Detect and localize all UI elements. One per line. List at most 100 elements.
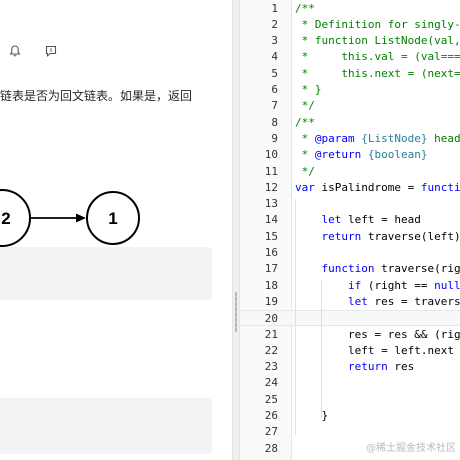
code-token: if [347, 278, 362, 292]
list-node-label: 2 [1, 209, 10, 228]
line-code[interactable]: * } [295, 82, 322, 98]
code-token: null [434, 278, 460, 292]
comment-icon[interactable] [44, 44, 58, 58]
code-line[interactable]: 6 * } [240, 82, 460, 98]
line-number: 19 [264, 294, 278, 308]
line-number: 10 [264, 148, 278, 162]
code-token: /** [295, 115, 315, 129]
line-code[interactable]: * Definition for singly-l [295, 17, 460, 33]
code-line[interactable]: 12 var isPalindrome = functio [240, 180, 460, 196]
code-token: } [295, 409, 329, 422]
code-line[interactable]: 17 function traverse(righ [240, 261, 460, 277]
line-code[interactable]: * @param {ListNode} head [295, 131, 460, 147]
line-number: 26 [264, 409, 278, 422]
line-number: 27 [264, 425, 278, 439]
line-number: 17 [264, 262, 278, 276]
line-number: 28 [264, 441, 278, 455]
line-number: 22 [264, 343, 278, 357]
line-number: 21 [264, 327, 278, 341]
code-token: left = head [341, 213, 421, 227]
code-token: var [295, 180, 315, 194]
line-code[interactable]: * function ListNode(val, [295, 33, 460, 49]
line-code[interactable]: left = left.next [295, 343, 454, 359]
line-number: 25 [264, 392, 278, 406]
problem-description: 链表是否为回文链表。如果是，返回 [0, 89, 193, 103]
line-code[interactable]: /** [295, 1, 315, 17]
code-token: {boolean} [367, 148, 428, 162]
indent-guide [321, 280, 322, 418]
line-number: 20 [264, 312, 278, 326]
code-line[interactable]: 8 /** [240, 115, 460, 131]
code-line[interactable]: 21 res = res && (righ [240, 327, 460, 343]
code-line[interactable]: 23 return res [240, 359, 460, 375]
line-code[interactable]: let left = head [295, 212, 421, 228]
code-line[interactable]: 25 [240, 392, 460, 408]
line-code[interactable]: } [295, 408, 328, 424]
line-code[interactable]: res = res && (righ [295, 327, 460, 343]
code-token: * Definition for singly-l [295, 17, 460, 31]
code-line[interactable]: 5 * this.next = (next== [240, 66, 460, 82]
code-line[interactable]: 7 */ [240, 98, 460, 114]
code-token: * this.next = (next== [295, 66, 460, 80]
line-number: 16 [264, 246, 278, 259]
line-code[interactable]: * this.next = (next== [295, 66, 460, 82]
line-code[interactable]: function traverse(righ [295, 261, 460, 277]
code-token: let [321, 213, 342, 227]
line-code[interactable]: let res = traverse [295, 294, 460, 310]
line-number: 24 [264, 376, 278, 390]
panel-splitter[interactable] [232, 0, 240, 460]
line-code[interactable]: var isPalindrome = functio [295, 180, 460, 196]
code-line[interactable]: 3 * function ListNode(val, [240, 33, 460, 49]
code-token: */ [295, 99, 315, 113]
code-line[interactable]: 2 * Definition for singly-l [240, 17, 460, 33]
line-number: 13 [264, 197, 278, 211]
line-number: 6 [271, 83, 278, 96]
linked-list-diagram: 2 1 [0, 189, 140, 247]
code-token: * } [295, 83, 322, 96]
code-token: */ [295, 164, 315, 178]
code-line[interactable]: 18 if (right == null) [240, 278, 460, 294]
code-line[interactable]: 13 [240, 196, 460, 212]
line-number: 18 [264, 278, 278, 292]
example-block [0, 398, 212, 454]
code-token: traverse(righ [374, 262, 460, 276]
line-code[interactable]: return traverse(left) [295, 229, 460, 245]
code-token: res [387, 360, 415, 374]
code-line[interactable]: 20 [240, 310, 460, 327]
code-token: * function ListNode(val, [295, 34, 460, 48]
line-code[interactable]: * @return {boolean} [295, 147, 428, 163]
line-code[interactable]: */ [295, 164, 315, 180]
line-code[interactable]: return res [295, 359, 414, 375]
code-line[interactable]: 26 } [240, 408, 460, 424]
code-line[interactable]: 4 * this.val = (val===u [240, 49, 460, 65]
bell-icon[interactable] [8, 44, 22, 58]
code-line[interactable]: 24 [240, 375, 460, 391]
code-line[interactable]: 10 * @return {boolean} [240, 147, 460, 163]
code-token: res = res && (righ [295, 327, 460, 341]
code-line[interactable]: 14 let left = head [240, 212, 460, 228]
line-number: 8 [271, 115, 278, 129]
line-number: 23 [264, 360, 278, 374]
line-code[interactable]: */ [295, 98, 315, 114]
code-token: * [295, 148, 315, 162]
code-token: {ListNode} [361, 131, 428, 145]
code-token: * [295, 131, 315, 145]
line-code[interactable]: /** [295, 115, 315, 131]
code-line[interactable]: 22 left = left.next [240, 343, 460, 359]
line-code[interactable]: * this.val = (val===u [295, 49, 460, 65]
code-line[interactable]: 1 /** [240, 1, 460, 17]
code-line[interactable]: 16 [240, 245, 460, 261]
code-token: return [347, 360, 388, 374]
code-token: /** [295, 1, 315, 15]
code-line[interactable]: 19 let res = traverse [240, 294, 460, 310]
line-number: 7 [271, 99, 278, 113]
code-token: isPalindrome = [314, 180, 421, 194]
code-line[interactable]: 9 * @param {ListNode} head [240, 131, 460, 147]
line-code[interactable]: if (right == null) [295, 278, 460, 294]
code-editor[interactable]: 1/** 2 * Definition for singly-l 3 * funct… [240, 0, 460, 460]
code-line[interactable]: 11 */ [240, 164, 460, 180]
splitter-handle[interactable] [235, 292, 237, 332]
code-token: let [347, 294, 368, 308]
code-line[interactable]: 15 return traverse(left) [240, 229, 460, 245]
code-token: head [427, 131, 460, 145]
